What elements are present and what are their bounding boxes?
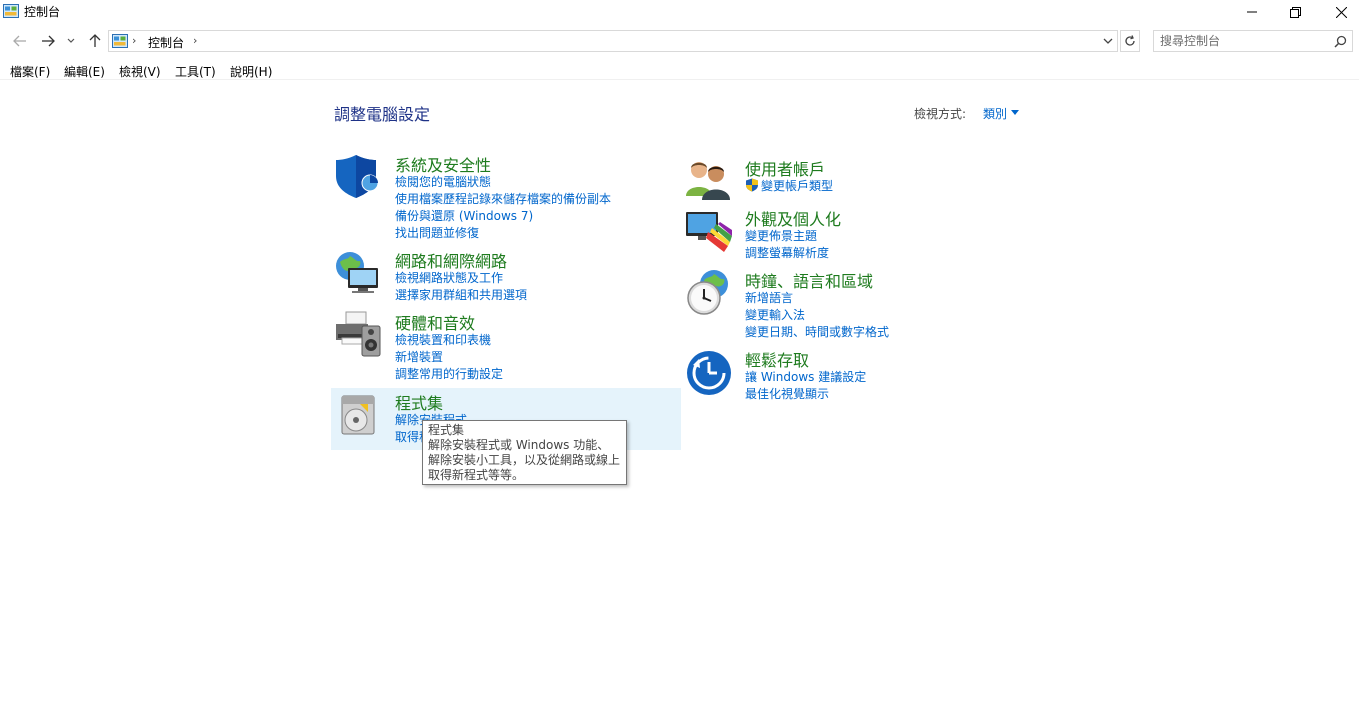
up-button[interactable] — [85, 31, 105, 51]
control-panel-icon — [112, 34, 128, 48]
link-change-theme[interactable]: 變更佈景主題 — [745, 228, 829, 245]
close-icon — [1335, 6, 1347, 18]
programs-tooltip: 程式集 解除安裝程式或 Windows 功能、解除安裝小工具，以及從網路或線上取… — [422, 420, 627, 485]
search-box[interactable] — [1153, 30, 1353, 52]
link-adjust-resolution[interactable]: 調整螢幕解析度 — [745, 245, 829, 262]
forward-button[interactable] — [38, 31, 58, 51]
link-change-account-type[interactable]: 變更帳戶類型 — [745, 178, 833, 195]
link-add-language[interactable]: 新增語言 — [745, 290, 889, 307]
view-by-dropdown[interactable]: 類別 — [983, 105, 1007, 122]
search-input[interactable] — [1160, 33, 1330, 49]
restore-button[interactable] — [1272, 0, 1318, 24]
close-button[interactable] — [1318, 0, 1359, 24]
link-network-status[interactable]: 檢視網路狀態及工作 — [395, 270, 527, 287]
breadcrumb-separator[interactable]: › — [132, 34, 136, 47]
ease-of-access-icon[interactable] — [684, 347, 732, 395]
link-devices-printers[interactable]: 檢視裝置和印表機 — [395, 332, 503, 349]
uac-shield-icon — [746, 178, 758, 192]
restore-icon — [1289, 6, 1301, 18]
menu-edit[interactable]: 編輯(E) — [64, 63, 105, 80]
programs-icon[interactable] — [334, 390, 382, 438]
category-title-appearance[interactable]: 外觀及個人化 — [745, 206, 841, 230]
category-title-clock-region[interactable]: 時鐘、語言和區域 — [745, 268, 873, 292]
shield-icon[interactable] — [334, 152, 382, 200]
caret-down-icon[interactable] — [1011, 110, 1019, 115]
breadcrumb-control-panel[interactable]: 控制台 — [148, 34, 184, 51]
minimize-button[interactable] — [1229, 0, 1275, 24]
clock-globe-icon[interactable] — [684, 268, 732, 316]
back-button[interactable] — [10, 31, 30, 51]
chevron-down-icon — [67, 38, 75, 43]
tooltip-body: 解除安裝程式或 Windows 功能、解除安裝小工具，以及從網路或線上取得新程式… — [428, 438, 621, 482]
menu-view[interactable]: 檢視(V) — [119, 63, 161, 80]
menu-tools[interactable]: 工具(T) — [175, 63, 216, 80]
users-icon[interactable] — [684, 156, 732, 204]
link-backup-restore[interactable]: 備份與還原 (Windows 7) — [395, 208, 611, 225]
link-change-input-method[interactable]: 變更輸入法 — [745, 307, 889, 324]
breadcrumb-separator[interactable]: › — [193, 34, 197, 47]
link-add-device[interactable]: 新增裝置 — [395, 349, 503, 366]
network-icon[interactable] — [334, 248, 382, 296]
category-title-hardware-sound[interactable]: 硬體和音效 — [395, 310, 475, 334]
menu-help[interactable]: 說明(H) — [230, 63, 272, 80]
minimize-icon — [1247, 11, 1257, 13]
refresh-button[interactable] — [1120, 30, 1140, 52]
link-change-account-type-label[interactable]: 變更帳戶類型 — [761, 179, 833, 193]
address-dropdown-icon[interactable] — [1101, 34, 1115, 48]
title-bar: 控制台 — [0, 0, 1359, 24]
category-title-network-internet[interactable]: 網路和網際網路 — [395, 248, 507, 272]
link-change-date-format[interactable]: 變更日期、時間或數字格式 — [745, 324, 889, 341]
forward-arrow-icon — [42, 35, 55, 47]
recent-locations-button[interactable] — [63, 31, 79, 51]
link-review-status[interactable]: 檢閱您的電腦狀態 — [395, 174, 611, 191]
menu-bar: 檔案(F) 編輯(E) 檢視(V) 工具(T) 說明(H) — [0, 60, 1359, 80]
page-title: 調整電腦設定 — [334, 105, 431, 124]
category-title-user-accounts[interactable]: 使用者帳戶 — [745, 156, 825, 180]
link-mobility-settings[interactable]: 調整常用的行動設定 — [395, 366, 503, 383]
navigation-bar: › 控制台 › — [0, 28, 1359, 54]
link-optimize-display[interactable]: 最佳化視覺顯示 — [745, 386, 866, 403]
printer-speaker-icon[interactable] — [334, 310, 382, 358]
up-arrow-icon — [89, 34, 101, 47]
category-title-programs[interactable]: 程式集 — [395, 390, 443, 414]
link-file-history[interactable]: 使用檔案歷程記錄來儲存檔案的備份副本 — [395, 191, 611, 208]
refresh-icon — [1125, 35, 1135, 46]
link-homegroup-sharing[interactable]: 選擇家用群組和共用選項 — [395, 287, 527, 304]
tooltip-title: 程式集 — [428, 423, 465, 437]
view-by-label: 檢視方式: — [914, 107, 967, 121]
control-panel-icon — [3, 4, 19, 18]
monitor-palette-icon[interactable] — [684, 206, 732, 254]
search-icon[interactable] — [1334, 35, 1347, 48]
link-let-windows-suggest[interactable]: 讓 Windows 建議設定 — [745, 369, 866, 386]
link-troubleshoot[interactable]: 找出問題並修復 — [395, 225, 611, 242]
menu-file[interactable]: 檔案(F) — [10, 63, 50, 80]
window-title: 控制台 — [24, 5, 61, 19]
back-arrow-icon — [13, 35, 26, 47]
address-bar[interactable]: › 控制台 › — [108, 30, 1118, 52]
category-title-system-security[interactable]: 系統及安全性 — [395, 152, 491, 176]
category-title-ease-of-access[interactable]: 輕鬆存取 — [745, 347, 809, 371]
